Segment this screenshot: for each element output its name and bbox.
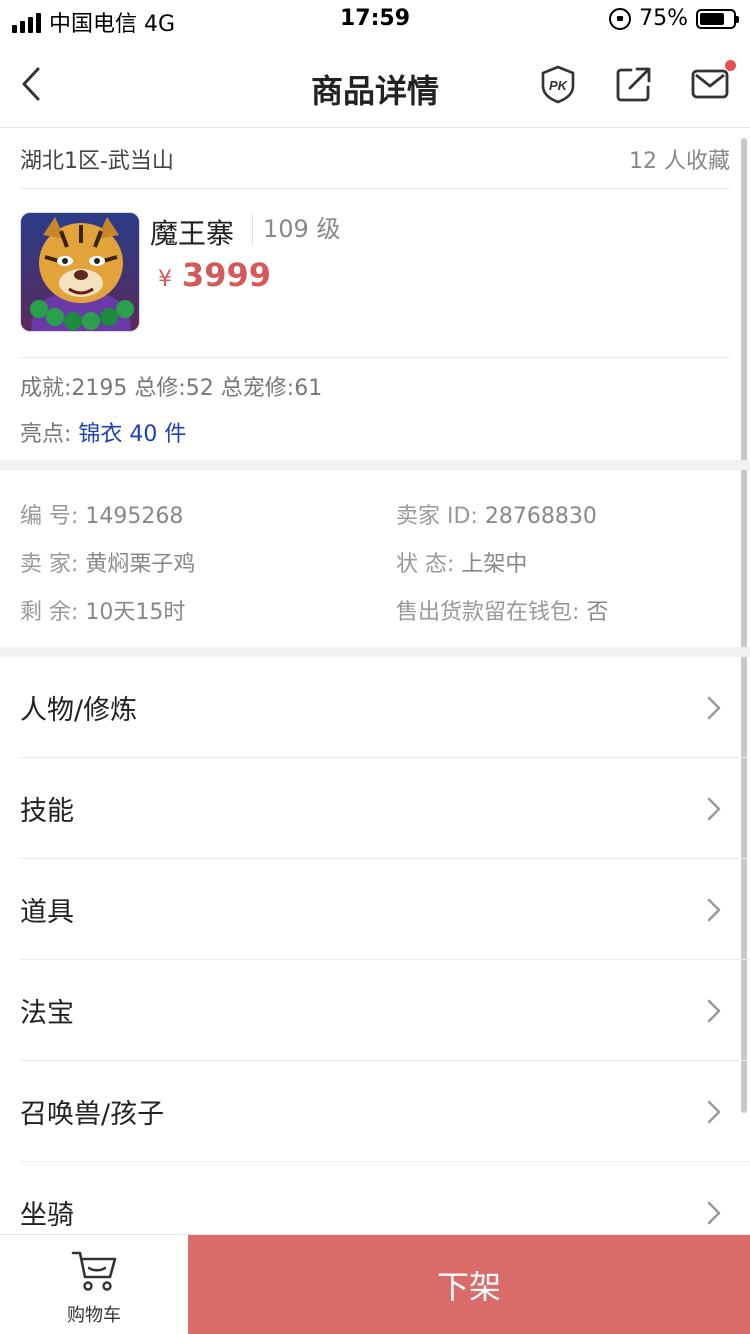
character-level: 109 级 [252,214,340,244]
highlight-value[interactable]: 锦衣 40 件 [78,422,186,447]
price-value: 3999 [182,256,272,294]
chevron-right-icon [707,797,721,821]
tiger-character-image [21,213,139,331]
rotation-lock-icon [609,7,632,30]
wallet-label: 售出货款留在钱包: [396,600,580,625]
take-down-button[interactable]: 下架 [188,1235,750,1334]
chevron-right-icon [707,1201,721,1225]
stats-summary: 成就:2195 总修:52 总宠修:61 [20,376,323,401]
highlight-row: 亮点: 锦衣 40 件 [20,416,186,448]
chevron-right-icon [707,696,721,720]
highlight-label: 亮点: [20,422,72,447]
cart-button[interactable]: 购物车 [0,1235,188,1334]
price: ¥3999 [158,256,271,294]
currency-symbol: ¥ [158,267,172,292]
chevron-right-icon [707,999,721,1023]
server-row: 湖北1区-武当山 12 人收藏 [20,129,730,189]
cart-label: 购物车 [67,1305,121,1326]
status-bar: 中国电信 4G 17:59 75% [0,0,750,40]
seller-label: 卖 家: [20,552,79,577]
seller-value: 黄焖栗子鸡 [85,552,196,577]
server-name: 湖北1区-武当山 [20,148,174,174]
menu-item-skills[interactable]: 技能 [20,758,750,859]
menu-item-label: 人物/修炼 [20,694,138,726]
mail-icon [691,69,729,99]
bottom-action-bar: 购物车 下架 [0,1234,750,1334]
shopping-cart-icon [71,1251,117,1291]
detail-menu: 人物/修炼 技能 道具 法宝 召唤兽/孩子 坐骑 [0,657,750,1263]
menu-item-treasures[interactable]: 法宝 [20,960,750,1061]
section-divider [0,460,750,470]
remaining-label: 剩 余: [20,600,79,625]
menu-item-summons[interactable]: 召唤兽/孩子 [20,1061,750,1162]
serial-label: 编 号: [20,504,79,529]
nav-bar: 商品详情 PK [0,40,750,128]
menu-item-label: 道具 [20,896,74,928]
message-button[interactable] [690,60,736,104]
character-avatar [20,212,140,332]
menu-item-character[interactable]: 人物/修炼 [20,657,750,758]
svg-text:PK: PK [549,78,569,93]
stats-section: 成就:2195 总修:52 总宠修:61 亮点: 锦衣 40 件 [20,370,730,447]
status-right: 75% [609,6,739,31]
seller-id: 卖家 ID: 28768830 [396,498,597,530]
favorite-count: 12 人收藏 [629,148,730,174]
character-school: 魔王寨 [150,217,235,250]
status-value: 上架中 [461,552,528,577]
status-label: 状 态: [396,552,455,577]
chevron-right-icon [707,1100,721,1124]
menu-item-label: 法宝 [20,997,74,1029]
menu-item-label: 技能 [20,795,74,827]
seller-id-value: 28768830 [484,504,597,529]
menu-item-label: 坐骑 [20,1199,74,1231]
serial-number: 编 号: 1495268 [20,498,183,530]
battery-icon [696,8,739,29]
wallet-setting: 售出货款留在钱包: 否 [396,594,608,626]
seller-id-label: 卖家 ID: [396,504,478,529]
listing-status: 状 态: 上架中 [396,546,527,578]
share-icon[interactable] [614,64,654,104]
menu-item-label: 召唤兽/孩子 [20,1098,165,1130]
pk-icon[interactable]: PK [538,64,578,104]
battery-level [700,12,724,25]
seller: 卖 家: 黄焖栗子鸡 [20,546,195,578]
serial-value: 1495268 [85,504,184,529]
section-divider [0,647,750,657]
time-remaining: 剩 余: 10天15时 [20,594,185,626]
remaining-value: 10天15时 [85,600,186,625]
menu-item-items[interactable]: 道具 [20,859,750,960]
wallet-value: 否 [586,600,609,625]
chevron-right-icon [707,898,721,922]
battery-percent: 75% [639,6,688,31]
item-summary: 魔王寨 109 级 ¥3999 [20,190,730,358]
unread-dot [725,60,736,71]
